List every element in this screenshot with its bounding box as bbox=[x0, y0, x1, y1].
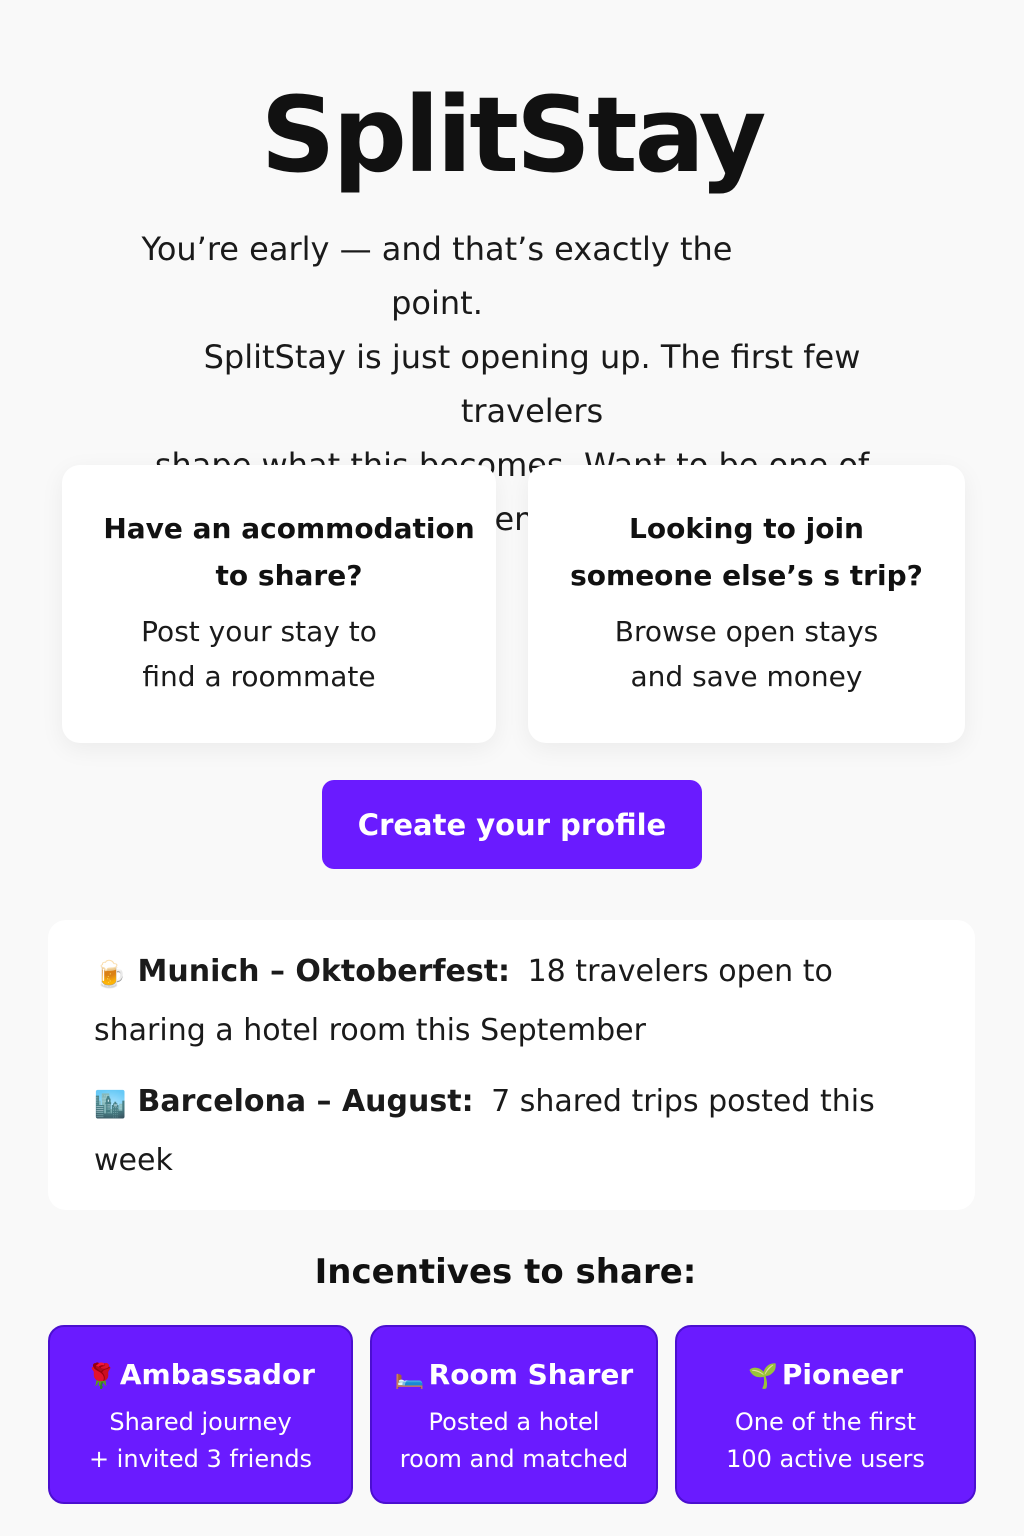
create-profile-button[interactable]: Create your profile bbox=[322, 780, 702, 869]
badge-title-text: Pioneer bbox=[781, 1358, 903, 1391]
card-description-line: Browse open stays bbox=[614, 615, 879, 648]
card-title-line: Have an acommodation bbox=[103, 512, 475, 545]
card-description-line: and save money bbox=[630, 660, 863, 693]
badge-title-text: Ambassador bbox=[119, 1358, 315, 1391]
badge-description: One of the first 100 active users bbox=[677, 1404, 974, 1478]
seedling-icon: 🌱 bbox=[748, 1362, 778, 1390]
activity-city: Barcelona – August: bbox=[137, 1084, 474, 1119]
intro-line: You’re early — and that’s exactly the po… bbox=[141, 230, 733, 322]
badge-description: Shared journey + invited 3 friends bbox=[50, 1404, 351, 1478]
bed-icon: 🛏️ bbox=[394, 1362, 425, 1390]
card-title-line: Looking to join bbox=[629, 512, 864, 545]
join-trip-card[interactable]: Looking to join someone else’s s trip? B… bbox=[528, 465, 965, 743]
badge-title-text: Room Sharer bbox=[428, 1358, 634, 1391]
incentives-heading: Incentives to share: bbox=[314, 1252, 697, 1292]
badge-title: 🌱 Pioneer bbox=[677, 1355, 974, 1396]
badge-description: Posted a hotel room and matched bbox=[372, 1404, 656, 1478]
card-title-line: someone else’s s trip? bbox=[570, 559, 923, 592]
badge-description-line: Shared journey bbox=[109, 1408, 292, 1436]
card-title-line: to share? bbox=[215, 559, 363, 592]
badge-title: 🌹 Ambassador bbox=[50, 1355, 351, 1396]
rose-icon: 🌹 bbox=[86, 1362, 116, 1390]
badge-ambassador: 🌹 Ambassador Shared journey + invited 3 f… bbox=[48, 1325, 353, 1504]
card-description: Post your stay to find a roommate bbox=[129, 609, 429, 699]
city-icon: 🏙️ bbox=[94, 1090, 127, 1120]
activity-item: 🍺 Munich – Oktoberfest: 18 travelers ope… bbox=[94, 944, 915, 1059]
badge-description-line: Posted a hotel bbox=[428, 1408, 600, 1436]
app-title: SplitStay bbox=[260, 74, 767, 196]
badge-description-line: 100 active users bbox=[726, 1445, 925, 1473]
badge-description-line: One of the first bbox=[734, 1408, 917, 1436]
card-description-line: find a roommate bbox=[142, 660, 376, 693]
badge-room-sharer: 🛏️ Room Sharer Posted a hotel room and ma… bbox=[370, 1325, 658, 1504]
badge-description-line: + invited 3 friends bbox=[88, 1445, 313, 1473]
card-title: Have an acommodation to share? bbox=[79, 505, 479, 599]
card-description: Browse open stays and save money bbox=[597, 609, 897, 699]
card-title: Looking to join someone else’s s trip? bbox=[567, 505, 927, 599]
intro-line: SplitStay is just opening up. The first … bbox=[203, 338, 861, 430]
activity-item: 🏙️ Barcelona – August: 7 shared trips po… bbox=[94, 1074, 915, 1189]
beer-mug-icon: 🍺 bbox=[94, 960, 127, 990]
badge-description-line: room and matched bbox=[399, 1445, 629, 1473]
badge-title: 🛏️ Room Sharer bbox=[372, 1355, 656, 1396]
badge-pioneer: 🌱 Pioneer One of the first 100 active use… bbox=[675, 1325, 976, 1504]
activity-city: Munich – Oktoberfest: bbox=[137, 954, 511, 989]
card-description-line: Post your stay to bbox=[141, 615, 377, 648]
activity-panel: 🍺 Munich – Oktoberfest: 18 travelers ope… bbox=[48, 920, 975, 1210]
share-accommodation-card[interactable]: Have an acommodation to share? Post your… bbox=[62, 465, 496, 743]
